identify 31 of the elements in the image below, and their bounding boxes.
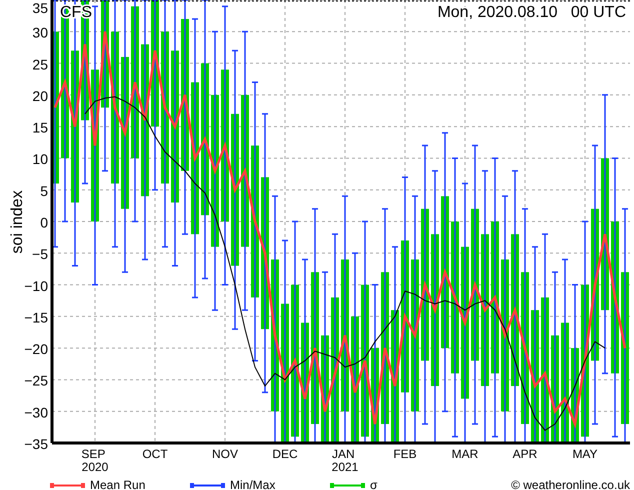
- y-tick-label: −35: [24, 436, 48, 452]
- x-tick-label: JAN 2021: [332, 447, 358, 474]
- y-tick-label: 20: [32, 88, 48, 104]
- x-tick-label: APR: [512, 447, 538, 461]
- x-tick-label: OCT: [142, 447, 168, 461]
- y-tick-label: 15: [32, 120, 48, 136]
- y-tick-label: −30: [24, 404, 48, 420]
- legend-label: σ: [370, 478, 378, 490]
- x-tick-label: FEB: [393, 447, 417, 461]
- x-tick-label: MAY: [572, 447, 598, 461]
- run-time: Mon, 2020.08.10 00 UTC: [437, 4, 626, 21]
- y-tick-label: −15: [24, 309, 48, 326]
- y-tick-label: −10: [24, 278, 48, 294]
- y-tick-label: −25: [24, 372, 48, 389]
- y-tick-label: −5: [32, 246, 48, 262]
- y-tick-label: 35: [32, 0, 48, 16]
- x-tick-label: NOV: [212, 447, 238, 461]
- x-tick-label: MAR: [452, 447, 478, 461]
- model-label: CFS: [60, 4, 92, 21]
- credit-text: © weatheronline.co.uk: [511, 478, 630, 490]
- y-tick-label: 30: [32, 24, 48, 41]
- y-tick-label: −20: [24, 341, 48, 358]
- y-axis-label: soi index: [9, 190, 26, 254]
- y-tick-label: 25: [32, 56, 48, 72]
- y-tick-label: 5: [40, 182, 48, 199]
- y-tick-label: 10: [32, 151, 48, 168]
- y-tick-label: 0: [40, 214, 48, 230]
- x-tick-label: SEP 2020: [81, 447, 108, 474]
- legend-label: Mean Run: [90, 478, 146, 490]
- x-tick-label: DEC: [272, 447, 298, 461]
- legend-label: Min/Max: [230, 478, 276, 490]
